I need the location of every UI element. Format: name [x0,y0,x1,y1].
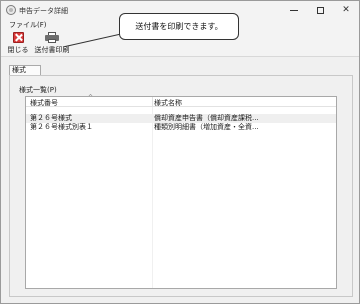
dialog-window: 申告データ詳細 ✕ ファイル(F) 閉じる 送付書印刷 様式 様式一覧(P) 様… [0,0,360,304]
column-header-name[interactable]: 様式名称 [154,98,182,108]
column-separator [152,107,153,288]
maximize-icon [316,6,324,14]
close-x-icon: ✕ [342,5,350,15]
list-item[interactable]: 第２６号様式別表１ 種類別明細書（増加資産・全資... [26,123,336,132]
window-close-button[interactable]: ✕ [333,1,359,19]
list-header: 様式番号 ^ 様式名称 [26,94,336,108]
minimize-icon [290,9,298,11]
close-icon [12,32,24,43]
column-header-number[interactable]: 様式番号 [30,98,58,108]
minimize-button[interactable] [281,1,307,19]
window-title: 申告データ詳細 [19,7,68,15]
close-button-label: 閉じる [7,46,29,54]
close-button[interactable]: 閉じる [5,32,31,56]
list-item-number: 第２６号様式別表１ [30,123,93,131]
column-divider[interactable] [152,97,153,107]
format-list[interactable]: 様式番号 ^ 様式名称 第２６号様式 償却資産申告書（償却資産課税... 第２６… [25,94,337,289]
tooltip-callout: 送付書を印刷できます。 [119,13,239,40]
list-item-number: 第２６号様式 [30,114,72,122]
sort-ascending-icon: ^ [88,94,94,101]
app-icon [6,5,16,15]
format-list-label: 様式一覧(P) [19,86,57,94]
printer-icon [45,32,59,43]
callout-pointer [62,34,122,48]
list-item-name: 償却資産申告書（償却資産課税... [154,114,259,122]
maximize-button[interactable] [307,1,333,19]
list-item-name: 種類別明細書（増加資産・全資... [154,123,259,131]
menu-file[interactable]: ファイル(F) [9,20,47,30]
tab-format[interactable]: 様式 [9,65,41,75]
list-item[interactable]: 第２６号様式 償却資産申告書（償却資産課税... [26,114,336,123]
callout-text: 送付書を印刷できます。 [135,22,223,31]
